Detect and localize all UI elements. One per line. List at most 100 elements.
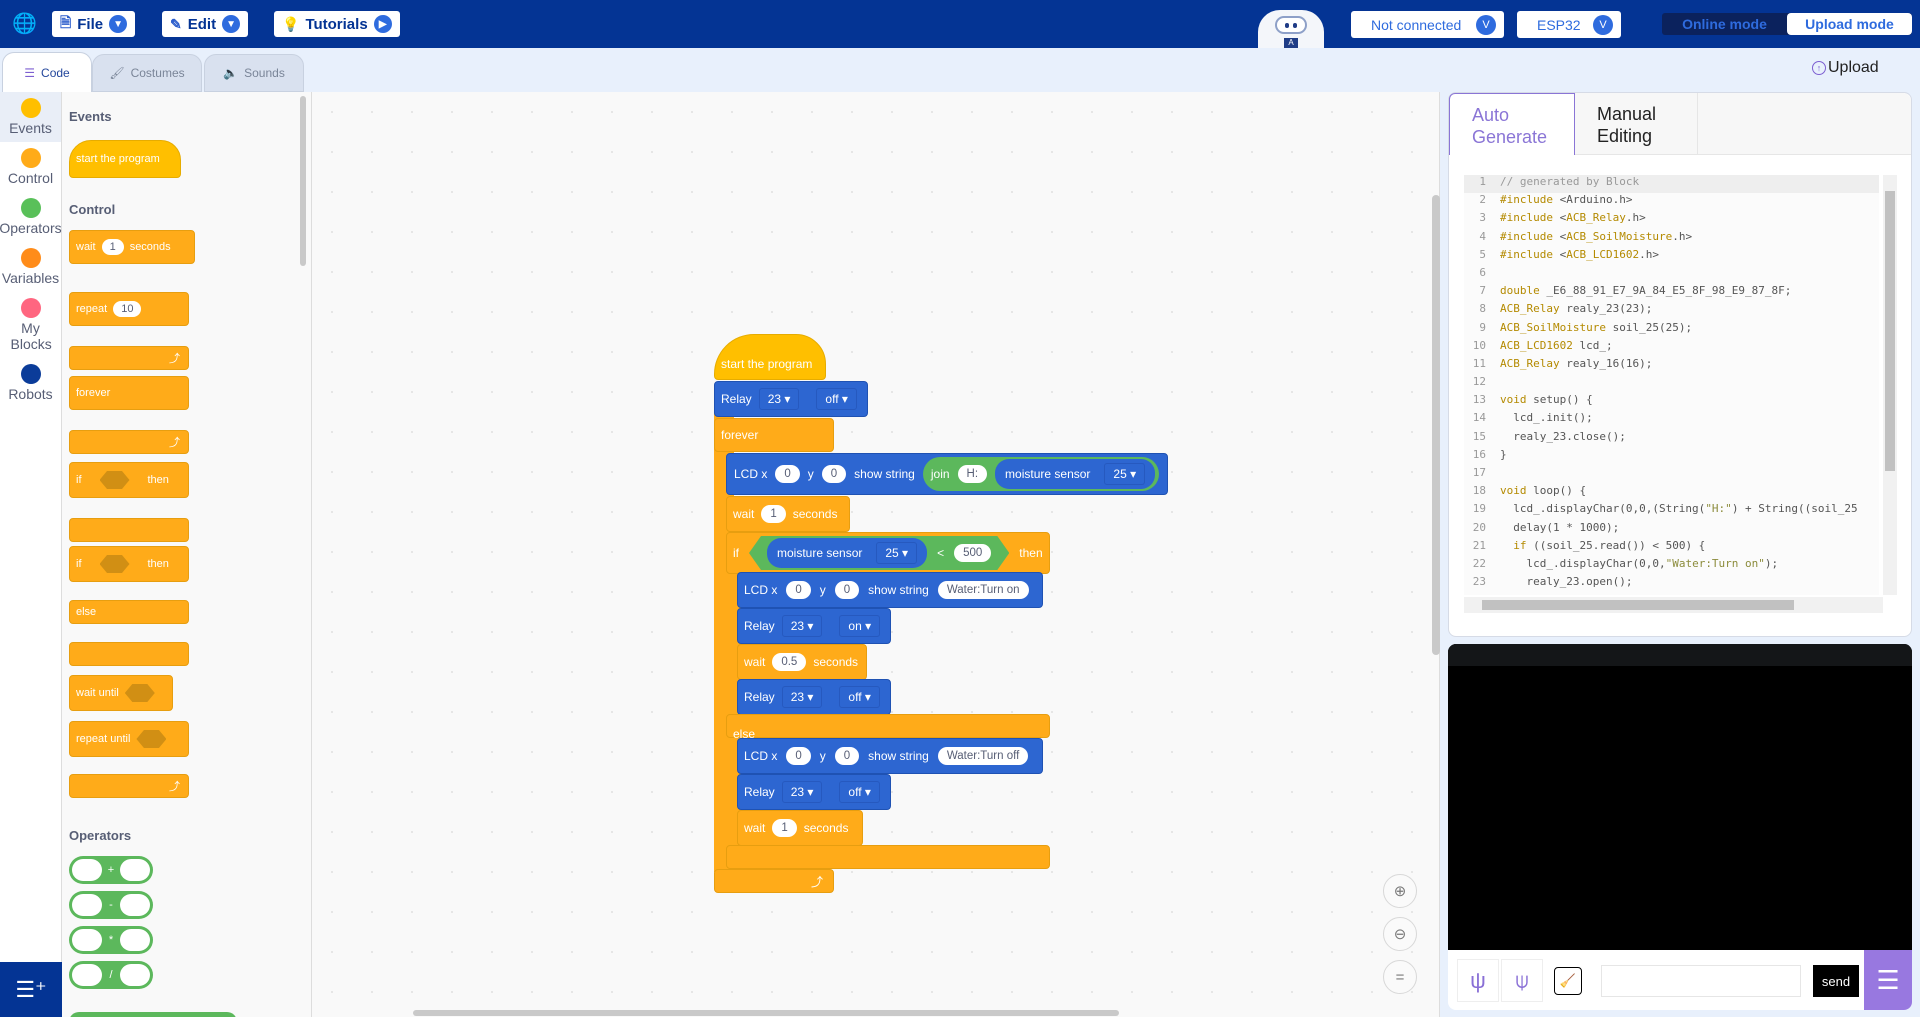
sensor-pin-dropdown[interactable]: 25 ▾ (1104, 463, 1146, 485)
relay-pin-dropdown[interactable]: 23 ▾ (781, 686, 823, 708)
lcd-y-input[interactable]: 0 (834, 747, 860, 765)
wait-input[interactable]: 1 (101, 239, 124, 255)
operand-input[interactable] (72, 929, 102, 951)
relay-state-dropdown[interactable]: on ▾ (839, 615, 881, 637)
operand-input[interactable] (72, 859, 102, 881)
palette-wait-block[interactable]: wait 1 seconds (69, 230, 195, 264)
clear-console-button[interactable]: 🧹 (1554, 967, 1582, 995)
zoom-in-button[interactable]: ⊕ (1383, 874, 1417, 908)
edit-menu-button[interactable]: ✎ Edit ▼ (162, 11, 249, 37)
lcd-x-input[interactable]: 0 (786, 747, 811, 765)
palette-if-else-block[interactable]: if then (69, 546, 189, 582)
relay-block-4[interactable]: Relay 23 ▾ off ▾ (737, 774, 891, 810)
online-mode-button[interactable]: Online mode (1662, 13, 1787, 35)
upload-mode-button[interactable]: Upload mode (1787, 13, 1912, 35)
join-block[interactable]: join H: moisture sensor 25 ▾ (922, 457, 1160, 491)
palette-forever-block[interactable]: forever (69, 376, 189, 410)
palette-repeat-until-block[interactable]: repeat until (69, 721, 189, 757)
tab-sounds[interactable]: 🔈 Sounds (204, 54, 304, 92)
join-text-input[interactable]: H: (957, 465, 988, 483)
palette-start-block[interactable]: start the program (69, 140, 181, 178)
operand-input[interactable] (120, 859, 150, 881)
palette-next-operator-block[interactable] (69, 1012, 237, 1017)
wait-input[interactable]: 1 (772, 819, 797, 837)
palette-scrollbar[interactable] (300, 96, 306, 266)
category-operators[interactable]: Operators (0, 192, 62, 242)
wait-block-3[interactable]: wait 1 seconds (737, 810, 863, 846)
palette-if-block[interactable]: if then (69, 462, 189, 498)
start-program-hat[interactable]: start the program (714, 334, 826, 380)
palette-repeat-block[interactable]: repeat 10 (69, 292, 189, 326)
lcd-y-input[interactable]: 0 (834, 581, 860, 599)
palette-subtract-block[interactable]: - (69, 891, 153, 919)
moisture-sensor-reporter[interactable]: moisture sensor 25 ▾ (767, 538, 927, 568)
relay-state-dropdown[interactable]: off ▾ (839, 781, 880, 803)
operand-input[interactable] (119, 894, 150, 916)
category-events[interactable]: Events (0, 92, 61, 142)
relay-state-dropdown[interactable]: off ▾ (839, 686, 880, 708)
add-extension-button[interactable]: ☰⁺ (0, 962, 62, 1017)
operand-input[interactable] (120, 964, 150, 986)
palette-multiply-block[interactable]: * (69, 926, 153, 954)
code-horizontal-scrollbar[interactable] (1464, 597, 1883, 613)
code-editor[interactable]: 1 // generated by Block 2 #include <Arduino… (1464, 175, 1879, 595)
lcd-x-input[interactable]: 0 (775, 465, 800, 483)
if-else-block[interactable]: if moisture sensor 25 ▾ < 500 then (726, 532, 1050, 574)
zoom-out-button[interactable]: ⊖ (1383, 917, 1417, 951)
wait-input[interactable]: 0.5 (772, 653, 807, 671)
lcd-block-2[interactable]: LCD x 0 y 0 show string Water:Turn on (737, 572, 1043, 608)
lcd-y-input[interactable]: 0 (821, 465, 847, 483)
palette-add-block[interactable]: + (69, 856, 153, 884)
wait-block-1[interactable]: wait 1 seconds (726, 496, 850, 532)
lcd-text-input[interactable]: Water:Turn on (937, 581, 1029, 599)
zoom-reset-button[interactable]: = (1383, 960, 1417, 994)
scroll-thumb[interactable] (1885, 191, 1895, 471)
code-vertical-scrollbar[interactable] (1883, 175, 1897, 595)
category-control[interactable]: Control (0, 142, 61, 192)
send-button[interactable]: send (1813, 965, 1859, 997)
relay-pin-dropdown[interactable]: 23 ▾ (781, 615, 823, 637)
tab-costumes[interactable]: 🖌 Costumes (92, 54, 202, 92)
tutorials-menu-button[interactable]: 💡 Tutorials ▶ (274, 11, 400, 37)
relay-pin-dropdown[interactable]: 23 ▾ (781, 781, 823, 803)
canvas-horizontal-scrollbar[interactable] (413, 1010, 1119, 1016)
threshold-input[interactable]: 500 (954, 544, 991, 562)
globe-icon[interactable]: 🌐 (12, 13, 37, 35)
relay-state-dropdown[interactable]: off ▾ (816, 388, 857, 410)
list-menu-button[interactable]: ☰ (1864, 950, 1912, 1010)
sensor-pin-dropdown[interactable]: 25 ▾ (876, 542, 917, 564)
lcd-block-1[interactable]: LCD x 0 y 0 show string join H: moisture… (726, 453, 1168, 495)
forever-block[interactable]: forever (714, 418, 834, 452)
upload-link[interactable]: ↑ Upload (1812, 59, 1879, 77)
file-menu-button[interactable]: 🗎 File ▼ (52, 11, 136, 37)
category-robots[interactable]: Robots (0, 358, 61, 408)
lcd-block-3[interactable]: LCD x 0 y 0 show string Water:Turn off (737, 738, 1043, 774)
board-select[interactable]: ESP32 V (1517, 11, 1621, 38)
less-than-block[interactable]: moisture sensor 25 ▾ < 500 (749, 536, 1009, 570)
palette-wait-until-block[interactable]: wait until (69, 675, 173, 711)
usb-disconnect-button[interactable]: ⍦ (1501, 959, 1543, 1002)
category-variables[interactable]: Variables (0, 242, 61, 292)
usb-connect-button[interactable]: ψ (1457, 959, 1499, 1002)
connection-select[interactable]: Not connected V (1351, 11, 1504, 38)
tab-manual-editing[interactable]: Manual Editing (1575, 93, 1698, 155)
scroll-thumb[interactable] (1482, 600, 1794, 610)
serial-input[interactable] (1601, 965, 1801, 997)
lcd-x-input[interactable]: 0 (786, 581, 811, 599)
operand-input[interactable] (120, 929, 150, 951)
moisture-sensor-reporter[interactable]: moisture sensor 25 ▾ (995, 459, 1156, 489)
operand-input[interactable] (72, 964, 102, 986)
wait-block-2[interactable]: wait 0.5 seconds (737, 644, 867, 680)
palette-divide-block[interactable]: / (69, 961, 153, 989)
relay-block-3[interactable]: Relay 23 ▾ off ▾ (737, 679, 891, 715)
category-my-blocks[interactable]: My Blocks (0, 292, 61, 358)
relay-block-1[interactable]: Relay 23 ▾ off ▾ (714, 381, 868, 417)
tab-auto-generate[interactable]: Auto Generate (1449, 93, 1575, 155)
relay-pin-dropdown[interactable]: 23 ▾ (758, 388, 800, 410)
wait-input[interactable]: 1 (761, 505, 786, 523)
tab-code[interactable]: ☰ Code (2, 52, 92, 92)
relay-block-2[interactable]: Relay 23 ▾ on ▾ (737, 608, 891, 644)
operand-input[interactable] (72, 894, 102, 916)
canvas-vertical-scrollbar[interactable] (1432, 195, 1440, 655)
repeat-input[interactable]: 10 (113, 301, 142, 317)
